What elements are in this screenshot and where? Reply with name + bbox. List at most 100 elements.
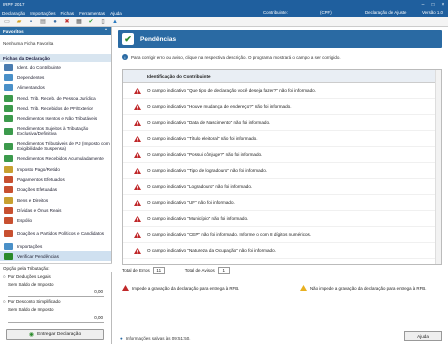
favoritos-header[interactable]: Favoritos ⌃	[0, 27, 111, 35]
upload-icon[interactable]: ▲	[111, 18, 119, 26]
row-text: O campo indicativo "UF" não foi informad…	[147, 200, 235, 205]
table-row[interactable]: O campo indicativo "Tipo de logradouro" …	[123, 163, 441, 179]
table-row[interactable]: O campo indicativo "Título eleitoral" nã…	[123, 131, 441, 147]
collapse-icon[interactable]: ⌃	[104, 28, 108, 34]
sidebar-item[interactable]: Rendimentos Recebidos Acumuladamente	[0, 154, 111, 164]
row-text: O campo indicativo "CEP" não foi informa…	[147, 232, 312, 237]
table-row[interactable]: O campo indicativo "CEP" não foi informa…	[123, 227, 441, 243]
menu-importacoes[interactable]: Importações	[30, 11, 55, 16]
scrollbar[interactable]	[435, 70, 441, 264]
row-text: O campo indicativo "Logradouro" não foi …	[147, 184, 253, 189]
open-folder-icon[interactable]: ▰	[15, 18, 23, 26]
sidebar-item[interactable]: Alimentandos	[0, 83, 111, 93]
sidebar-item[interactable]: Doações Efetuadas	[0, 185, 111, 195]
ficha-icon	[4, 196, 13, 204]
table-row[interactable]: O campo indicativo "Município" não foi i…	[123, 211, 441, 227]
radio-icon[interactable]: ○	[3, 274, 6, 279]
cpf-label: (CPF)	[320, 10, 332, 15]
fichas-header[interactable]: Fichas da Declaração	[0, 54, 111, 62]
sidebar-item[interactable]: Imposto Pago/Retido	[0, 164, 111, 174]
declaracao-ajuste-label: Declaração de Ajuste	[365, 10, 407, 15]
check-icon[interactable]: ✔	[87, 18, 95, 26]
row-text: O campo indicativo "Tipo de logradouro" …	[147, 168, 268, 173]
error-triangle-icon	[133, 215, 141, 222]
delete-icon[interactable]: ✖	[63, 18, 71, 26]
saldo-field-2	[8, 318, 104, 323]
table-row[interactable]: O campo indicativo "Possui cônjuge?" não…	[123, 147, 441, 163]
error-triangle-icon	[122, 285, 129, 291]
row-text: O campo indicativo "Ocupação Principal" …	[147, 264, 269, 265]
sidebar-item[interactable]: Importações	[0, 241, 111, 251]
menu-ajuda[interactable]: Ajuda	[110, 11, 122, 16]
radio-icon[interactable]: ○	[3, 299, 6, 304]
menu-fichas[interactable]: Fichas	[61, 11, 75, 16]
document-icon[interactable]: ▯	[99, 18, 107, 26]
sidebar-item[interactable]: Dívidas e Ônus Reais	[0, 205, 111, 215]
ficha-icon	[4, 155, 13, 163]
table-row[interactable]: O campo indicativo "Natureza da Ocupação…	[123, 243, 441, 259]
sidebar-item-label: Rendimentos Sujeitos à Tributação Exclus…	[17, 126, 89, 137]
error-triangle-icon	[133, 135, 141, 142]
ajuda-button[interactable]: Ajuda	[404, 331, 442, 341]
entregar-label: Entregar Declaração	[37, 332, 82, 337]
contribuinte-label: Contribuinte:	[263, 10, 288, 15]
sidebar-item[interactable]: Rendimentos Tributáveis de PJ (Imposto c…	[0, 139, 111, 154]
totals: Total de Erros 11 Total de Avisos 1	[122, 267, 230, 274]
table-row[interactable]: O campo indicativo "Ocupação Principal" …	[123, 259, 441, 265]
save-icon[interactable]: ▪	[27, 18, 35, 26]
sidebar-item[interactable]: Ident. do Contribuinte	[0, 62, 111, 72]
grid-icon[interactable]: ▦	[75, 18, 83, 26]
sidebar-item-label: Rendimentos Isentos e Não Tributáveis	[17, 116, 98, 122]
sidebar-item-label: Dívidas e Ônus Reais	[17, 207, 62, 213]
maximize-button[interactable]: □	[428, 2, 438, 8]
close-window-button[interactable]: ×	[438, 2, 448, 8]
sidebar-item[interactable]: Espólio	[0, 216, 111, 226]
fichas-list: Ident. do Contribuinte Dependentes Aliment…	[0, 62, 111, 262]
print-icon[interactable]: ▤	[39, 18, 47, 26]
sidebar-item-label: Doações Efetuadas	[17, 187, 58, 193]
sidebar-item[interactable]: Rend. Trib. Receb. de Pessoa Jurídica	[0, 93, 111, 103]
minimize-button[interactable]: –	[418, 2, 428, 8]
saldo-label-1: Sem Saldo de Imposto	[8, 282, 54, 287]
window-title: IRPF 2017	[3, 2, 25, 7]
menu-bar: Declaração Importações Fichas Ferramenta…	[0, 9, 448, 17]
ficha-icon	[4, 142, 13, 150]
ficha-icon	[4, 206, 13, 214]
sidebar-item[interactable]: Dependentes	[0, 72, 111, 82]
table-row[interactable]: O campo indicativo "UF" não foi informad…	[123, 195, 441, 211]
row-text: O campo indicativo "Que tipo de declaraç…	[147, 88, 316, 93]
table-row[interactable]: O campo indicativo "Data de Nascimento" …	[123, 115, 441, 131]
radio-desconto-simplificado[interactable]: ○ Por Desconto Simplificado	[3, 299, 61, 304]
radio-deducoes-legais[interactable]: ○ Por Deduções Legais	[3, 274, 51, 279]
error-triangle-icon	[133, 199, 141, 206]
entregar-declaracao-button[interactable]: ◉ Entregar Declaração	[6, 329, 104, 340]
menu-ferramentas[interactable]: Ferramentas	[79, 11, 105, 16]
sidebar-item[interactable]: Verificar Pendências	[0, 251, 111, 262]
main-panel: ✔ Pendências i Para corrigir erro ou avi…	[112, 27, 448, 344]
favoritos-empty: Nenhuma Ficha Favorita	[3, 40, 54, 46]
favoritos-title: Favoritos	[3, 28, 24, 34]
ficha-icon	[4, 176, 13, 184]
table-row[interactable]: O campo indicativo "Houve mudança de end…	[123, 99, 441, 115]
ficha-icon	[4, 186, 13, 194]
sidebar-item[interactable]: Rendimentos Isentos e Não Tributáveis	[0, 113, 111, 123]
sidebar-item[interactable]: Doações a Partidos Políticos e Candidato…	[0, 226, 111, 241]
total-erros-label: Total de Erros	[122, 268, 150, 273]
total-avisos-value: 1	[217, 267, 230, 274]
user-icon[interactable]: ●	[51, 18, 59, 26]
table-row[interactable]: O campo indicativo "Que tipo de declaraç…	[123, 83, 441, 99]
sidebar-item-label: Importações	[17, 243, 43, 249]
sidebar-item[interactable]: Pagamentos Efetuados	[0, 174, 111, 184]
sidebar-item[interactable]: Rend. Trib. Recebidos de PF/Exterior	[0, 103, 111, 113]
check-icon: ✔	[122, 33, 134, 45]
total-avisos-label: Total de Avisos	[184, 268, 215, 273]
row-text: O campo indicativo "Possui cônjuge?" não…	[147, 152, 263, 157]
new-file-icon[interactable]: ▭	[3, 18, 11, 26]
sidebar-item[interactable]: Bens e Direitos	[0, 195, 111, 205]
menu-declaracao[interactable]: Declaração	[2, 11, 25, 16]
sidebar-item-label: Bens e Direitos	[17, 197, 49, 203]
sidebar-item-label: Pagamentos Efetuados	[17, 177, 65, 183]
total-erros-value: 11	[152, 267, 165, 274]
table-row[interactable]: O campo indicativo "Logradouro" não foi …	[123, 179, 441, 195]
sidebar-item[interactable]: Rendimentos Sujeitos à Tributação Exclus…	[0, 124, 111, 139]
